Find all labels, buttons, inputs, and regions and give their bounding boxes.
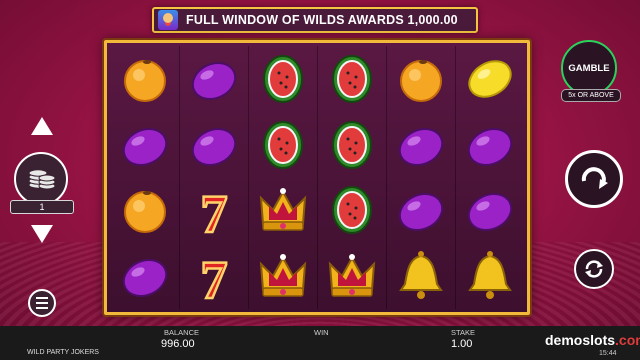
logo-main: demoslots — [545, 332, 616, 348]
bet-button[interactable] — [14, 152, 68, 206]
reel-frame: 77 — [104, 40, 530, 315]
reel-5 — [386, 46, 455, 309]
stake-value: 1.00 — [451, 338, 473, 350]
bet-down-arrow-icon[interactable] — [31, 225, 53, 243]
gamble-button[interactable]: GAMBLE — [561, 40, 617, 96]
seven-symbol-icon: 7 — [180, 178, 248, 244]
reels-grid: 77 — [110, 46, 524, 309]
autoplay-button[interactable] — [574, 249, 614, 289]
spin-button[interactable] — [565, 150, 623, 208]
watermelon-symbol-icon — [318, 112, 386, 178]
menu-icon — [36, 297, 48, 299]
svg-text:7: 7 — [201, 250, 228, 304]
logo-tld: .com — [615, 332, 640, 348]
plum-symbol-icon — [456, 112, 524, 178]
game-name: WILD PARTY JOKERS — [27, 349, 99, 356]
plum-symbol-icon — [180, 46, 248, 112]
lemon-symbol-icon — [456, 46, 524, 112]
reel-4 — [317, 46, 386, 309]
plum-symbol-icon — [387, 112, 455, 178]
spin-icon — [581, 167, 608, 189]
crown-symbol-icon — [249, 178, 317, 244]
menu-icon — [36, 302, 48, 304]
win-label: WIN — [314, 328, 329, 337]
watermelon-symbol-icon — [318, 46, 386, 112]
plum-symbol-icon — [180, 112, 248, 178]
plum-symbol-icon — [456, 178, 524, 244]
balance-label: BALANCE — [164, 328, 200, 337]
seven-symbol-icon: 7 — [180, 243, 248, 309]
orange-symbol-icon — [110, 178, 179, 244]
reel-3 — [248, 46, 317, 309]
orange-symbol-icon — [387, 46, 455, 112]
site-logo: demoslots.com — [545, 332, 640, 348]
gamble-condition: 5x OR ABOVE — [561, 89, 621, 102]
bell-symbol-icon — [456, 243, 524, 309]
plum-symbol-icon — [110, 112, 179, 178]
crown-symbol-icon — [249, 243, 317, 309]
coin-stack-icon — [28, 169, 56, 190]
orange-symbol-icon — [110, 46, 179, 112]
watermelon-symbol-icon — [249, 112, 317, 178]
plum-symbol-icon — [110, 243, 179, 309]
menu-icon — [36, 307, 48, 309]
bet-up-arrow-icon[interactable] — [31, 117, 53, 135]
reel-1 — [110, 46, 179, 309]
crown-symbol-icon — [318, 243, 386, 309]
wild-award-banner: FULL WINDOW OF WILDS AWARDS 1,000.00 — [152, 7, 478, 33]
watermelon-symbol-icon — [318, 178, 386, 244]
menu-button[interactable] — [28, 289, 56, 317]
svg-text:7: 7 — [201, 184, 228, 238]
watermelon-symbol-icon — [249, 46, 317, 112]
bell-symbol-icon — [387, 243, 455, 309]
plum-symbol-icon — [387, 178, 455, 244]
joker-icon — [158, 10, 178, 30]
bet-level-display: 1 — [10, 200, 74, 214]
clock: 15:44 — [599, 350, 617, 357]
stake-label: STAKE — [451, 328, 476, 337]
balance-value: 996.00 — [161, 338, 195, 350]
autoplay-icon — [585, 260, 603, 278]
reel-2: 77 — [179, 46, 248, 309]
banner-text: FULL WINDOW OF WILDS AWARDS 1,000.00 — [186, 13, 458, 27]
bottom-bar: BALANCE 996.00 WIN STAKE 1.00 WILD PARTY… — [0, 326, 640, 360]
reel-6 — [455, 46, 524, 309]
